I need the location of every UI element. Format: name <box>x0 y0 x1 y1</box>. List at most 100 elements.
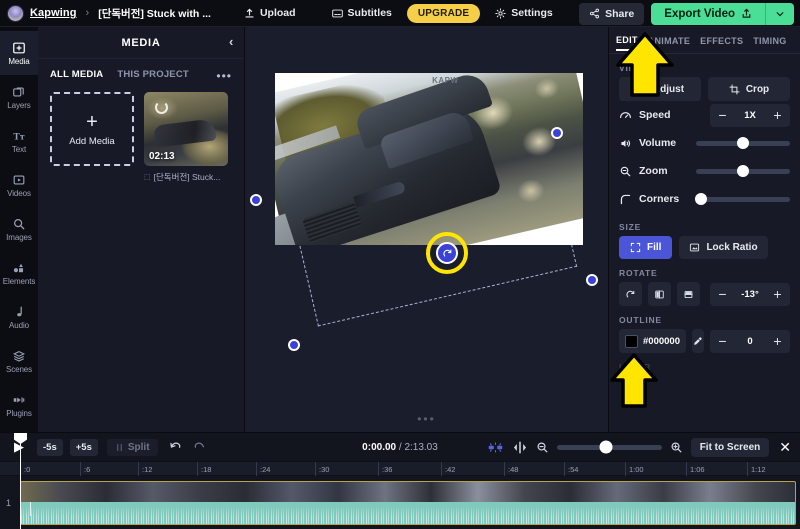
zoom-slider[interactable] <box>696 169 790 174</box>
tab-all-media[interactable]: ALL MEDIA <box>50 69 103 80</box>
trim-edges-icon[interactable] <box>512 440 528 455</box>
outline-color-value[interactable]: #000000 <box>643 336 680 347</box>
corners-slider[interactable] <box>696 197 790 202</box>
top-right-actions: Share Export Video <box>579 0 794 27</box>
split-button[interactable]: Split <box>107 439 158 456</box>
share-button[interactable]: Share <box>579 3 644 25</box>
sidebar-item-label: Media <box>8 57 29 66</box>
rotate-value[interactable]: -13° <box>735 289 765 300</box>
flip-vertical-button[interactable] <box>677 282 700 306</box>
timeline-zoom-knob[interactable] <box>600 441 613 454</box>
outline-width-value[interactable]: 0 <box>735 336 765 347</box>
resize-handle-top-right[interactable] <box>551 127 563 139</box>
magnetic-snap-icon[interactable] <box>487 440 504 455</box>
tab-this-project[interactable]: THIS PROJECT <box>117 69 189 80</box>
tab-animate[interactable]: ANIMATE <box>648 36 690 50</box>
lock-ratio-button[interactable]: Lock Ratio <box>679 236 767 259</box>
fit-to-screen-button[interactable]: Fit to Screen <box>691 438 770 457</box>
rotate-increase-button[interactable]: + <box>765 283 790 306</box>
resize-handle-bottom-left[interactable] <box>288 339 300 351</box>
sidebar-item-scenes[interactable]: Scenes <box>0 339 38 383</box>
upgrade-button[interactable]: UPGRADE <box>407 4 480 23</box>
speed-decrease-button[interactable]: − <box>710 104 735 127</box>
forward-5s-button[interactable]: +5s <box>70 439 98 456</box>
sidebar-item-layers[interactable]: Layers <box>0 75 38 119</box>
tab-edit[interactable]: EDIT <box>616 35 638 51</box>
elements-icon <box>12 261 26 275</box>
zoom-out-icon[interactable] <box>536 441 549 454</box>
tab-effects[interactable]: EFFECTS <box>700 36 743 50</box>
volume-slider[interactable] <box>696 141 790 146</box>
timeline-zoom-slider[interactable] <box>557 445 662 450</box>
ruler-tick: :18 <box>197 462 211 477</box>
brand-link[interactable]: Kapwing <box>30 7 77 19</box>
fill-label: Fill <box>647 242 661 253</box>
tab-timing[interactable]: TIMING <box>753 36 786 50</box>
timeline-clip[interactable] <box>20 481 796 525</box>
rotate-handle[interactable] <box>436 242 458 264</box>
sidebar-item-label: Audio <box>9 321 29 330</box>
outline-width-decrease-button[interactable]: − <box>710 330 735 353</box>
sidebar-item-audio[interactable]: Audio <box>0 295 38 339</box>
sidebar-item-plugins[interactable]: Plugins <box>0 383 38 427</box>
media-panel-title: MEDIA <box>122 37 161 49</box>
sidebar-item-media[interactable]: Media <box>0 31 38 75</box>
eyedropper-button[interactable] <box>692 329 704 353</box>
subtitles-label: Subtitles <box>348 7 392 19</box>
loading-spinner-icon <box>155 101 168 114</box>
outline-width-increase-button[interactable]: + <box>765 330 790 353</box>
speed-label-group: Speed <box>619 109 689 122</box>
corners-label: Corners <box>639 193 679 205</box>
avatar[interactable] <box>7 5 24 22</box>
media-item[interactable]: 02:13 ⬚ [단독버전] Stuck... <box>144 92 228 183</box>
plus-icon: + <box>86 112 98 132</box>
crop-button[interactable]: Crop <box>708 77 790 101</box>
speed-increase-button[interactable]: + <box>765 104 790 127</box>
flip-horizontal-button[interactable] <box>648 282 671 306</box>
add-media-button[interactable]: + Add Media <box>50 92 134 166</box>
sidebar-item-videos[interactable]: Videos <box>0 163 38 207</box>
close-timeline-icon[interactable]: ✕ <box>777 439 793 456</box>
collapse-panel-icon[interactable]: ‹ <box>229 35 234 48</box>
resize-handle-left[interactable] <box>250 194 262 206</box>
zoom-icon <box>619 165 632 178</box>
size-section-label: SIZE <box>609 213 800 236</box>
video-action-buttons: Adjust Crop <box>609 77 800 101</box>
sidebar-item-elements[interactable]: Elements <box>0 251 38 295</box>
playhead[interactable] <box>20 433 21 529</box>
layers-icon <box>12 85 26 99</box>
video-canvas[interactable]: KAPW ••• <box>245 27 608 432</box>
video-preview-frame[interactable]: KAPW <box>275 73 583 245</box>
resize-handle-right[interactable] <box>586 274 598 286</box>
rewind-5s-button[interactable]: -5s <box>37 439 63 456</box>
outline-controls: #000000 − 0 + <box>609 329 800 353</box>
media-more-icon[interactable]: ••• <box>216 69 232 83</box>
fill-button[interactable]: Fill <box>619 236 672 259</box>
outline-color-field[interactable]: #000000 <box>619 329 686 353</box>
timeline-ruler[interactable]: :0 :6 :12 :18 :24 :30 :36 :42 :48 :54 1:… <box>0 461 800 476</box>
add-media-label: Add Media <box>69 136 114 147</box>
svg-text:Tт: Tт <box>13 131 24 142</box>
adjust-button[interactable]: Adjust <box>619 77 701 101</box>
project-title[interactable]: [단독버전] Stuck with ... <box>98 6 211 21</box>
sidebar-item-text[interactable]: Tт Text <box>0 119 38 163</box>
subtitles-button[interactable]: Subtitles <box>323 3 401 23</box>
volume-slider-knob[interactable] <box>737 137 749 149</box>
sidebar-item-label: Scenes <box>6 365 32 374</box>
sidebar-item-images[interactable]: Images <box>0 207 38 251</box>
zoom-slider-knob[interactable] <box>737 165 749 177</box>
speed-value[interactable]: 1X <box>735 110 765 121</box>
speed-control-row: Speed − 1X + <box>609 101 800 129</box>
settings-button[interactable]: Settings <box>486 3 561 23</box>
zoom-in-icon[interactable] <box>670 441 683 454</box>
undo-button[interactable] <box>169 440 182 454</box>
export-options-caret[interactable] <box>765 3 794 25</box>
media-thumbnail[interactable]: 02:13 <box>144 92 228 166</box>
export-video-button[interactable]: Export Video <box>651 3 765 25</box>
corners-slider-knob[interactable] <box>695 193 707 205</box>
rotate-reset-button[interactable] <box>619 282 642 306</box>
redo-button[interactable] <box>193 440 206 454</box>
rotate-decrease-button[interactable]: − <box>710 283 735 306</box>
outline-color-swatch[interactable] <box>625 335 638 348</box>
upload-button[interactable]: Upload <box>235 3 305 23</box>
